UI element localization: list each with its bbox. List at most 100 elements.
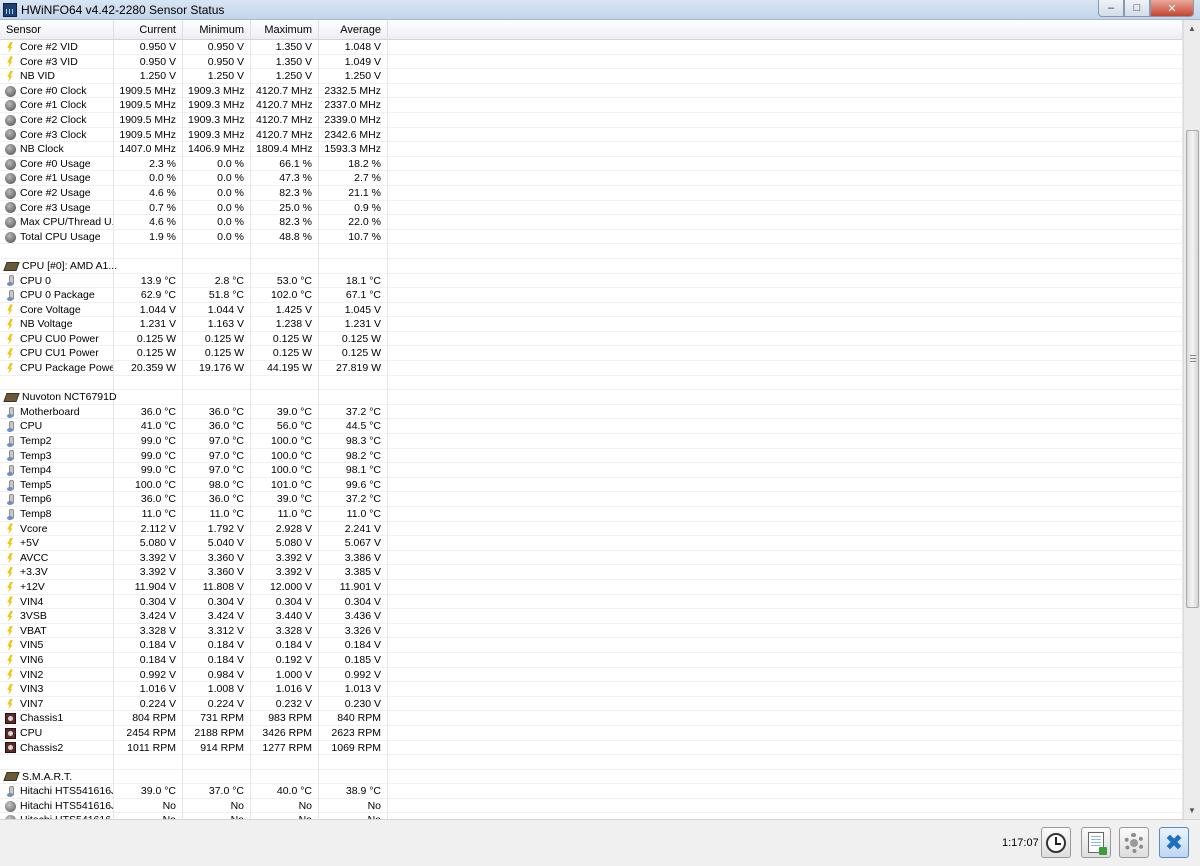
table-row[interactable]: CPU 2454 RPM 2188 RPM 3426 RPM 2623 RPM <box>0 725 1183 741</box>
minimum-value: 1.163 V <box>183 317 251 332</box>
table-row[interactable]: Core #3 Clock 1909.5 MHz 1909.3 MHz 4120.7 … <box>0 127 1183 143</box>
clock-icon <box>5 143 16 155</box>
volt-icon <box>5 655 16 666</box>
report-button[interactable] <box>1081 827 1111 858</box>
table-row[interactable]: Core #0 Usage 2.3 % 0.0 % 66.1 % 18.2 % <box>0 156 1183 172</box>
maximum-value: 0.184 V <box>251 638 319 653</box>
temp-icon <box>5 479 16 491</box>
table-row[interactable]: VIN7 0.224 V 0.224 V 0.232 V 0.230 V <box>0 696 1183 712</box>
average-value: 0.9 % <box>319 200 388 216</box>
sensor-name-cell: +3.3V <box>0 565 114 580</box>
vertical-scrollbar[interactable]: ▲ ▼ <box>1183 20 1200 819</box>
table-row[interactable]: Core #1 Usage 0.0 % 0.0 % 47.3 % 2.7 % <box>0 171 1183 186</box>
clock-icon <box>5 100 16 112</box>
sensor-label: Nuvoton NCT6791D <box>22 391 117 404</box>
sensor-group-row[interactable]: CPU [#0]: AMD A1... <box>0 258 1183 274</box>
scrollbar-thumb[interactable] <box>1186 130 1199 608</box>
average-value: 21.1 % <box>319 185 388 201</box>
table-row[interactable]: VIN3 1.016 V 1.008 V 1.016 V 1.013 V <box>0 682 1183 697</box>
table-row[interactable]: Hitachi HTS541616J...NoNoNoNo <box>0 798 1183 814</box>
table-row[interactable]: Temp6 36.0 °C 36.0 °C 39.0 °C 37.2 °C <box>0 492 1183 507</box>
table-row[interactable]: NB VID 1.250 V 1.250 V 1.250 V 1.250 V <box>0 69 1183 84</box>
maximum-value: 102.0 °C <box>251 288 319 303</box>
temp-icon <box>5 508 16 520</box>
sensor-name-cell <box>0 755 114 770</box>
table-row[interactable]: Core #1 Clock 1909.5 MHz 1909.3 MHz 4120.7 … <box>0 98 1183 113</box>
table-row[interactable]: CPU 41.0 °C 36.0 °C 56.0 °C 44.5 °C <box>0 419 1183 435</box>
table-row[interactable]: Vcore 2.112 V 1.792 V 2.928 V 2.241 V <box>0 521 1183 537</box>
table-row[interactable]: +5V 5.080 V 5.040 V 5.080 V 5.067 V <box>0 536 1183 551</box>
table-row[interactable]: VIN2 0.992 V 0.984 V 1.000 V 0.992 V <box>0 667 1183 683</box>
table-row[interactable]: VBAT 3.328 V 3.312 V 3.328 V 3.326 V <box>0 623 1183 639</box>
minimize-button[interactable]: – <box>1098 0 1124 17</box>
table-row[interactable]: Core #0 Clock 1909.5 MHz 1909.3 MHz 4120.7 … <box>0 83 1183 99</box>
table-row[interactable]: Temp2 99.0 °C 97.0 °C 100.0 °C 98.3 °C <box>0 434 1183 449</box>
close-window-button[interactable]: ✕ <box>1150 0 1194 17</box>
minimum-value: 1909.3 MHz <box>183 127 251 143</box>
table-row[interactable]: Hitachi HTS541616J...39.0 °C37.0 °C40.0 … <box>0 784 1183 799</box>
close-button[interactable]: ✖ <box>1159 827 1189 858</box>
column-header-maximum[interactable]: Maximum <box>251 20 319 40</box>
table-row[interactable]: Temp3 99.0 °C 97.0 °C 100.0 °C 98.2 °C <box>0 448 1183 464</box>
minimum-value: 97.0 °C <box>183 463 251 478</box>
table-row[interactable]: Core #3 Usage 0.7 % 0.0 % 25.0 % 0.9 % <box>0 200 1183 216</box>
minimum-value: 0.0 % <box>183 200 251 216</box>
column-header-average[interactable]: Average <box>319 20 388 40</box>
average-value: 3.386 V <box>319 550 388 566</box>
title-bar[interactable]: HWiNFO64 v4.42-2280 Sensor Status – □ ✕ <box>0 0 1200 20</box>
sensor-group-row[interactable]: S.M.A.R.T. <box>0 769 1183 785</box>
column-header-sensor[interactable]: Sensor <box>0 20 114 40</box>
table-row[interactable]: VIN5 0.184 V 0.184 V 0.184 V 0.184 V <box>0 638 1183 653</box>
table-row[interactable]: VIN6 0.184 V 0.184 V 0.192 V 0.185 V <box>0 652 1183 668</box>
sensor-name-cell: Chassis1 <box>0 711 114 726</box>
sensor-group-row[interactable]: Nuvoton NCT6791D <box>0 390 1183 405</box>
average-value: 0.185 V <box>319 652 388 668</box>
sensor-label: Temp6 <box>20 493 52 506</box>
table-row[interactable]: +3.3V 3.392 V 3.360 V 3.392 V 3.385 V <box>0 565 1183 580</box>
maximize-button[interactable]: □ <box>1124 0 1150 17</box>
table-row[interactable]: NB Voltage 1.231 V 1.163 V 1.238 V 1.231 V <box>0 317 1183 332</box>
sensor-label: Max CPU/Thread U... <box>20 216 114 229</box>
table-row[interactable]: AVCC 3.392 V 3.360 V 3.392 V 3.386 V <box>0 550 1183 566</box>
table-row[interactable]: Core #2 Usage 4.6 % 0.0 % 82.3 % 21.1 % <box>0 185 1183 201</box>
scroll-down-arrow-icon[interactable]: ▼ <box>1184 802 1200 819</box>
table-row[interactable]: VIN4 0.304 V 0.304 V 0.304 V 0.304 V <box>0 594 1183 610</box>
table-row[interactable]: 3VSB 3.424 V 3.424 V 3.440 V 3.436 V <box>0 609 1183 624</box>
table-row[interactable]: Core #2 VID 0.950 V 0.950 V 1.350 V 1.048 V <box>0 40 1183 55</box>
sensor-name-cell: VIN4 <box>0 594 114 610</box>
table-row[interactable]: Core #3 VID 0.950 V 0.950 V 1.350 V 1.049 V <box>0 54 1183 70</box>
fan-icon <box>5 742 16 754</box>
clock-icon <box>1046 832 1066 853</box>
table-row[interactable]: Temp4 99.0 °C 97.0 °C 100.0 °C 98.1 °C <box>0 463 1183 478</box>
sensor-name-cell: NB Clock <box>0 142 114 157</box>
sensor-label: Hitachi HTS541616J... <box>20 785 113 798</box>
table-row[interactable]: CPU Package Power 20.359 W 19.176 W 44.195 … <box>0 361 1183 376</box>
table-row[interactable]: Total CPU Usage 1.9 % 0.0 % 48.8 % 10.7 % <box>0 229 1183 245</box>
table-row[interactable]: Motherboard 36.0 °C 36.0 °C 39.0 °C 37.2 °C <box>0 404 1183 420</box>
table-row[interactable]: Temp5 100.0 °C 98.0 °C 101.0 °C 99.6 °C <box>0 477 1183 493</box>
table-row[interactable]: NB Clock 1407.0 MHz 1406.9 MHz 1809.4 MHz 15… <box>0 142 1183 157</box>
table-row[interactable]: CPU 0 Package 62.9 °C 51.8 °C 102.0 °C 67.1 … <box>0 288 1183 303</box>
average-value: 1.049 V <box>319 54 388 70</box>
table-row[interactable]: CPU 0 13.9 °C 2.8 °C 53.0 °C 18.1 °C <box>0 273 1183 289</box>
sensor-name-cell: CPU <box>0 725 114 741</box>
table-row[interactable]: +12V 11.904 V 11.808 V 12.000 V 11.901 V <box>0 579 1183 595</box>
sensor-table[interactable]: Sensor Current Minimum Maximum Average C… <box>0 20 1183 819</box>
table-row[interactable]: Core Voltage 1.044 V 1.044 V 1.425 V 1.045 V <box>0 302 1183 318</box>
settings-button[interactable] <box>1119 827 1149 858</box>
sensor-name-cell: Core Voltage <box>0 302 114 318</box>
table-row[interactable]: CPU CU0 Power 0.125 W 0.125 W 0.125 W 0.125 … <box>0 331 1183 347</box>
table-row[interactable]: Max CPU/Thread U... 4.6 % 0.0 % 82.3 % 22.0 … <box>0 215 1183 230</box>
clock-button[interactable] <box>1041 827 1071 858</box>
maximum-value <box>251 375 319 391</box>
table-row[interactable]: CPU CU1 Power 0.125 W 0.125 W 0.125 W 0.125 … <box>0 346 1183 362</box>
row-filler <box>388 725 1183 741</box>
table-row[interactable]: Temp8 11.0 °C 11.0 °C 11.0 °C 11.0 °C <box>0 507 1183 522</box>
scroll-up-arrow-icon[interactable]: ▲ <box>1184 20 1200 37</box>
column-header-minimum[interactable]: Minimum <box>183 20 251 40</box>
column-header-current[interactable]: Current <box>114 20 183 40</box>
table-row[interactable]: Core #2 Clock 1909.5 MHz 1909.3 MHz 4120.7 … <box>0 112 1183 128</box>
average-value: 3.436 V <box>319 609 388 624</box>
table-row[interactable]: Chassis1 804 RPM 731 RPM 983 RPM 840 RPM <box>0 711 1183 726</box>
table-row[interactable]: Chassis2 1011 RPM 914 RPM 1277 RPM 1069 RPM <box>0 740 1183 756</box>
